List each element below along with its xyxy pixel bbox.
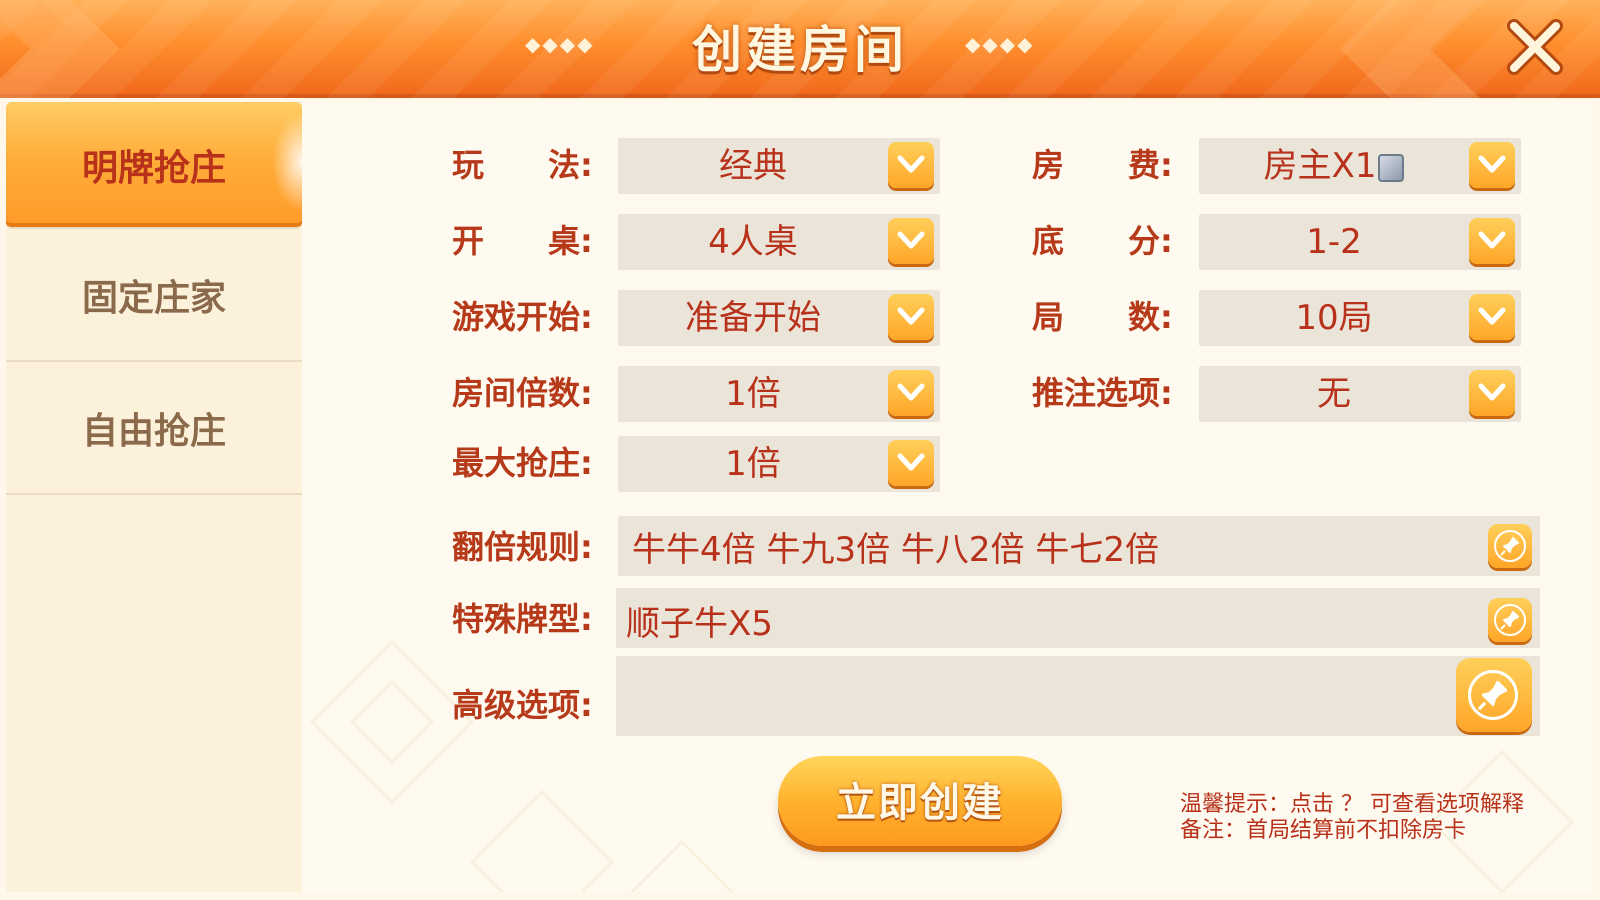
create-now-button[interactable]: 立即创建 <box>778 756 1062 846</box>
double-rules-label: 翻倍规则: <box>452 528 593 566</box>
tab-label: 固定庄家 <box>81 277 226 319</box>
create-now-label: 立即创建 <box>836 780 1004 826</box>
dialog-header: ◆◆◆◆ 创建房间 ◆◆◆◆ <box>0 0 1600 98</box>
double-rules-field[interactable]: 牛牛4倍 牛九3倍 牛八2倍 牛七2倍 <box>618 516 1540 576</box>
base-score-label: 底 分: <box>1032 222 1173 260</box>
special-cards-value: 顺子牛X5 <box>626 604 773 644</box>
advanced-options-field[interactable] <box>616 656 1540 736</box>
double-rules-value: 牛牛4倍 牛九3倍 牛八2倍 牛七2倍 <box>632 530 1159 570</box>
max-grab-value: 1倍 <box>725 444 781 484</box>
room-multiplier-select[interactable]: 1倍 <box>618 366 940 422</box>
game-start-label: 游戏开始: <box>452 298 593 336</box>
chevron-down-icon <box>897 383 925 401</box>
rounds-label: 局 数: <box>1032 298 1173 336</box>
room-fee-label: 房 费: <box>1032 146 1173 184</box>
push-bet-value: 无 <box>1317 374 1351 414</box>
rounds-value: 10局 <box>1295 298 1373 338</box>
dropdown-button[interactable] <box>888 218 934 264</box>
max-grab-label: 最大抢庄: <box>452 444 593 482</box>
chevron-down-icon <box>897 307 925 325</box>
play-mode-select[interactable]: 经典 <box>618 138 940 194</box>
play-mode-label: 玩 法: <box>452 146 593 184</box>
game-start-value: 准备开始 <box>685 298 821 338</box>
edit-advanced-options-button[interactable] <box>1456 658 1532 732</box>
tab-guding-zhuangjia[interactable]: 固定庄家 <box>6 229 302 362</box>
table-size-value: 4人桌 <box>708 222 798 262</box>
room-fee-value: 房主X1 <box>1263 146 1377 186</box>
special-cards-label: 特殊牌型: <box>452 600 593 638</box>
table-size-label: 开 桌: <box>452 222 593 260</box>
tip-note: 备注：首局结算前不扣除房卡 <box>1180 818 1467 843</box>
dropdown-button[interactable] <box>888 142 934 188</box>
chevron-down-icon <box>897 231 925 249</box>
play-mode-value: 经典 <box>719 146 787 186</box>
tab-ziyou-qiangzhuang[interactable]: 自由抢庄 <box>6 362 302 495</box>
chevron-down-icon <box>1478 307 1506 325</box>
room-fee-select[interactable]: 房主X1 <box>1199 138 1521 194</box>
room-multiplier-label: 房间倍数: <box>452 374 593 412</box>
pin-icon <box>1468 670 1518 720</box>
edit-double-rules-button[interactable] <box>1488 524 1532 568</box>
push-bet-label: 推注选项: <box>1032 374 1173 412</box>
room-multiplier-value: 1倍 <box>725 374 781 414</box>
pin-icon <box>1494 604 1526 636</box>
max-grab-select[interactable]: 1倍 <box>618 436 940 492</box>
dropdown-button[interactable] <box>888 294 934 340</box>
title-decoration-right: ◆◆◆◆ <box>965 32 1035 56</box>
close-icon <box>1507 19 1563 75</box>
chevron-down-icon <box>897 453 925 471</box>
advanced-options-label: 高级选项: <box>452 686 593 724</box>
dropdown-button[interactable] <box>1469 218 1515 264</box>
chevron-down-icon <box>1478 231 1506 249</box>
dropdown-button[interactable] <box>1469 370 1515 416</box>
chevron-down-icon <box>1478 383 1506 401</box>
dropdown-button[interactable] <box>1469 142 1515 188</box>
push-bet-select[interactable]: 无 <box>1199 366 1521 422</box>
edit-special-cards-button[interactable] <box>1488 598 1532 642</box>
room-card-icon <box>1378 153 1405 182</box>
pin-icon <box>1494 530 1526 562</box>
dropdown-button[interactable] <box>888 440 934 486</box>
tab-mingpai-qiangzhuang[interactable]: 明牌抢庄 <box>6 102 302 229</box>
dropdown-button[interactable] <box>1469 294 1515 340</box>
table-size-select[interactable]: 4人桌 <box>618 214 940 270</box>
dialog-title: 创建房间 <box>692 21 908 79</box>
tab-glow-decoration <box>272 112 302 212</box>
game-mode-sidebar: 明牌抢庄 固定庄家 自由抢庄 <box>6 102 302 892</box>
rounds-select[interactable]: 10局 <box>1199 290 1521 346</box>
tab-label: 明牌抢庄 <box>81 147 226 189</box>
create-room-dialog: ◆◆◆◆ 创建房间 ◆◆◆◆ 明牌抢庄 固定庄家 自由抢庄 玩 法: 经典 房 … <box>0 0 1600 900</box>
special-cards-field[interactable]: 顺子牛X5 <box>616 588 1540 648</box>
chevron-down-icon <box>897 155 925 173</box>
room-fee-value-wrap: 房主X1 <box>1199 138 1469 194</box>
close-button[interactable] <box>1500 12 1570 82</box>
game-start-select[interactable]: 准备开始 <box>618 290 940 346</box>
tab-label: 自由抢庄 <box>81 410 226 452</box>
dropdown-button[interactable] <box>888 370 934 416</box>
base-score-value: 1-2 <box>1306 222 1362 262</box>
base-score-select[interactable]: 1-2 <box>1199 214 1521 270</box>
chevron-down-icon <box>1478 155 1506 173</box>
